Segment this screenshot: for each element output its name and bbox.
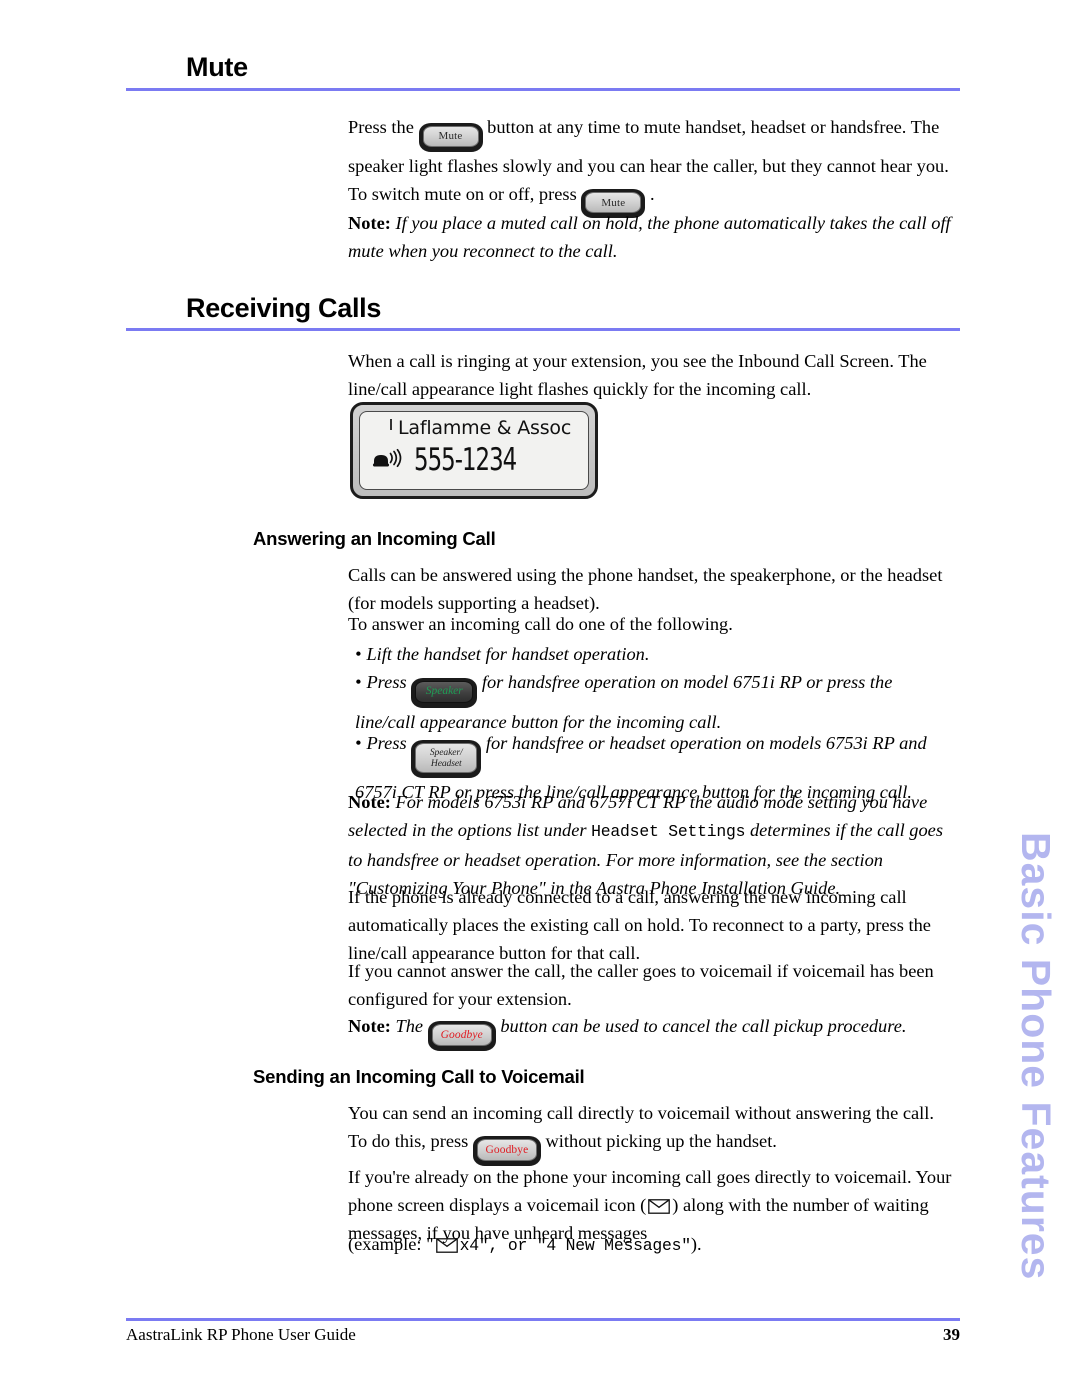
note-label-mute: Note: (348, 213, 391, 233)
note-goodbye-text-a: The (395, 1016, 424, 1036)
heading-sending-to-voicemail: Sending an Incoming Call to Voicemail (253, 1066, 585, 1087)
bullet-1-text: Lift the handset for handset operation. (366, 644, 650, 664)
speaker-button-label: Speaker (425, 685, 463, 697)
goodbye-button-label: Goodbye (440, 1029, 483, 1041)
paragraph-answering-2: To answer an incoming call do one of the… (348, 614, 733, 634)
line-indicator-icon (390, 419, 392, 430)
note-text-mute: If you place a muted call on hold, the p… (348, 213, 951, 261)
bullet-dot-icon: • (355, 733, 362, 753)
heading-receiving-calls: Receiving Calls (186, 293, 382, 323)
voicemail-example-mono: x4", or "4 New Messages" (459, 1236, 691, 1255)
lcd-caller-number: 555-1234 (414, 442, 517, 478)
voicemail-envelope-icon-2 (435, 1238, 458, 1253)
goodbye-button-label-2: Goodbye (485, 1144, 529, 1156)
note-goodbye-text-b: button can be used to cancel the call pi… (500, 1016, 907, 1036)
bullet-3-text-before: Press (366, 733, 407, 753)
document-page: Mute Press the Mute button at any time t… (0, 0, 1080, 1397)
paragraph-mute-intro: Press the Mute button at any time to mut… (348, 113, 952, 218)
lcd-inner: Laflamme & Assoc 555-1234 (359, 411, 589, 490)
mute-button-label: Mute (438, 130, 463, 142)
speaker-headset-label-line1: Speaker/ (429, 747, 463, 758)
heading-rule-receiving-calls (126, 328, 960, 331)
goodbye-button-glyph-2[interactable]: Goodbye (472, 1136, 541, 1166)
bullet-2-text-before: Press (366, 672, 407, 692)
headset-settings-menu-path: Headset Settings (591, 822, 746, 841)
note-mute: Note: If you place a muted call on hold,… (348, 209, 952, 265)
paragraph-voicemail-example: (example: " x4", or "4 New Messages"). (348, 1230, 952, 1260)
bullet-press-speaker: • Press Speaker for handsfree operation o… (355, 668, 952, 737)
paragraph-answering-4: If you cannot answer the call, the calle… (348, 961, 934, 1009)
speaker-headset-button-glyph[interactable]: Speaker/ Headset (411, 740, 482, 778)
speaker-button-glyph[interactable]: Speaker (411, 677, 478, 708)
note-label-audio-mode: Note: (348, 792, 391, 812)
mute-button-glyph-1[interactable]: Mute (418, 122, 483, 152)
inbound-call-screen-illustration: Laflamme & Assoc 555-1234 (350, 402, 598, 499)
mute-text-end: . (649, 183, 655, 204)
paragraph-answering-3: If the phone is already connected to a c… (348, 887, 931, 963)
paragraph-answering-1: Calls can be answered using the phone ha… (348, 565, 943, 613)
ringing-phone-icon (373, 448, 402, 468)
voicemail-example-a: (example: " (348, 1234, 434, 1254)
goodbye-button-glyph-1[interactable]: Goodbye (427, 1021, 496, 1051)
voicemail-envelope-icon (648, 1199, 671, 1214)
bullet-lift-handset: • Lift the handset for handset operation. (355, 640, 952, 670)
bullet-dot-icon: • (355, 644, 362, 664)
paragraph-voicemail-1: You can send an incoming call directly t… (348, 1099, 952, 1166)
heading-rule-mute (126, 88, 960, 91)
note-goodbye-cancel: Note: The Goodbye button can be used to … (348, 1012, 952, 1051)
section-side-tab: Basic Phone Features (1013, 832, 1059, 1281)
heading-answering-incoming-call: Answering an Incoming Call (253, 528, 496, 549)
lcd-caller-name: Laflamme & Assoc (398, 417, 572, 439)
mute-text-before: Press the (348, 117, 414, 137)
voicemail-text-b: without picking up the handset. (545, 1131, 777, 1151)
speaker-headset-label-line2: Headset (430, 758, 462, 769)
note-label-goodbye: Note: (348, 1016, 391, 1036)
footer-page-number: 39 (943, 1325, 960, 1344)
paragraph-receiving-intro: When a call is ringing at your extension… (348, 351, 927, 399)
footer-rule (126, 1318, 960, 1321)
footer-document-title: AastraLink RP Phone User Guide (126, 1325, 356, 1344)
heading-mute: Mute (186, 52, 248, 82)
bullet-dot-icon: • (355, 672, 362, 692)
voicemail-example-b: ). (690, 1234, 702, 1254)
